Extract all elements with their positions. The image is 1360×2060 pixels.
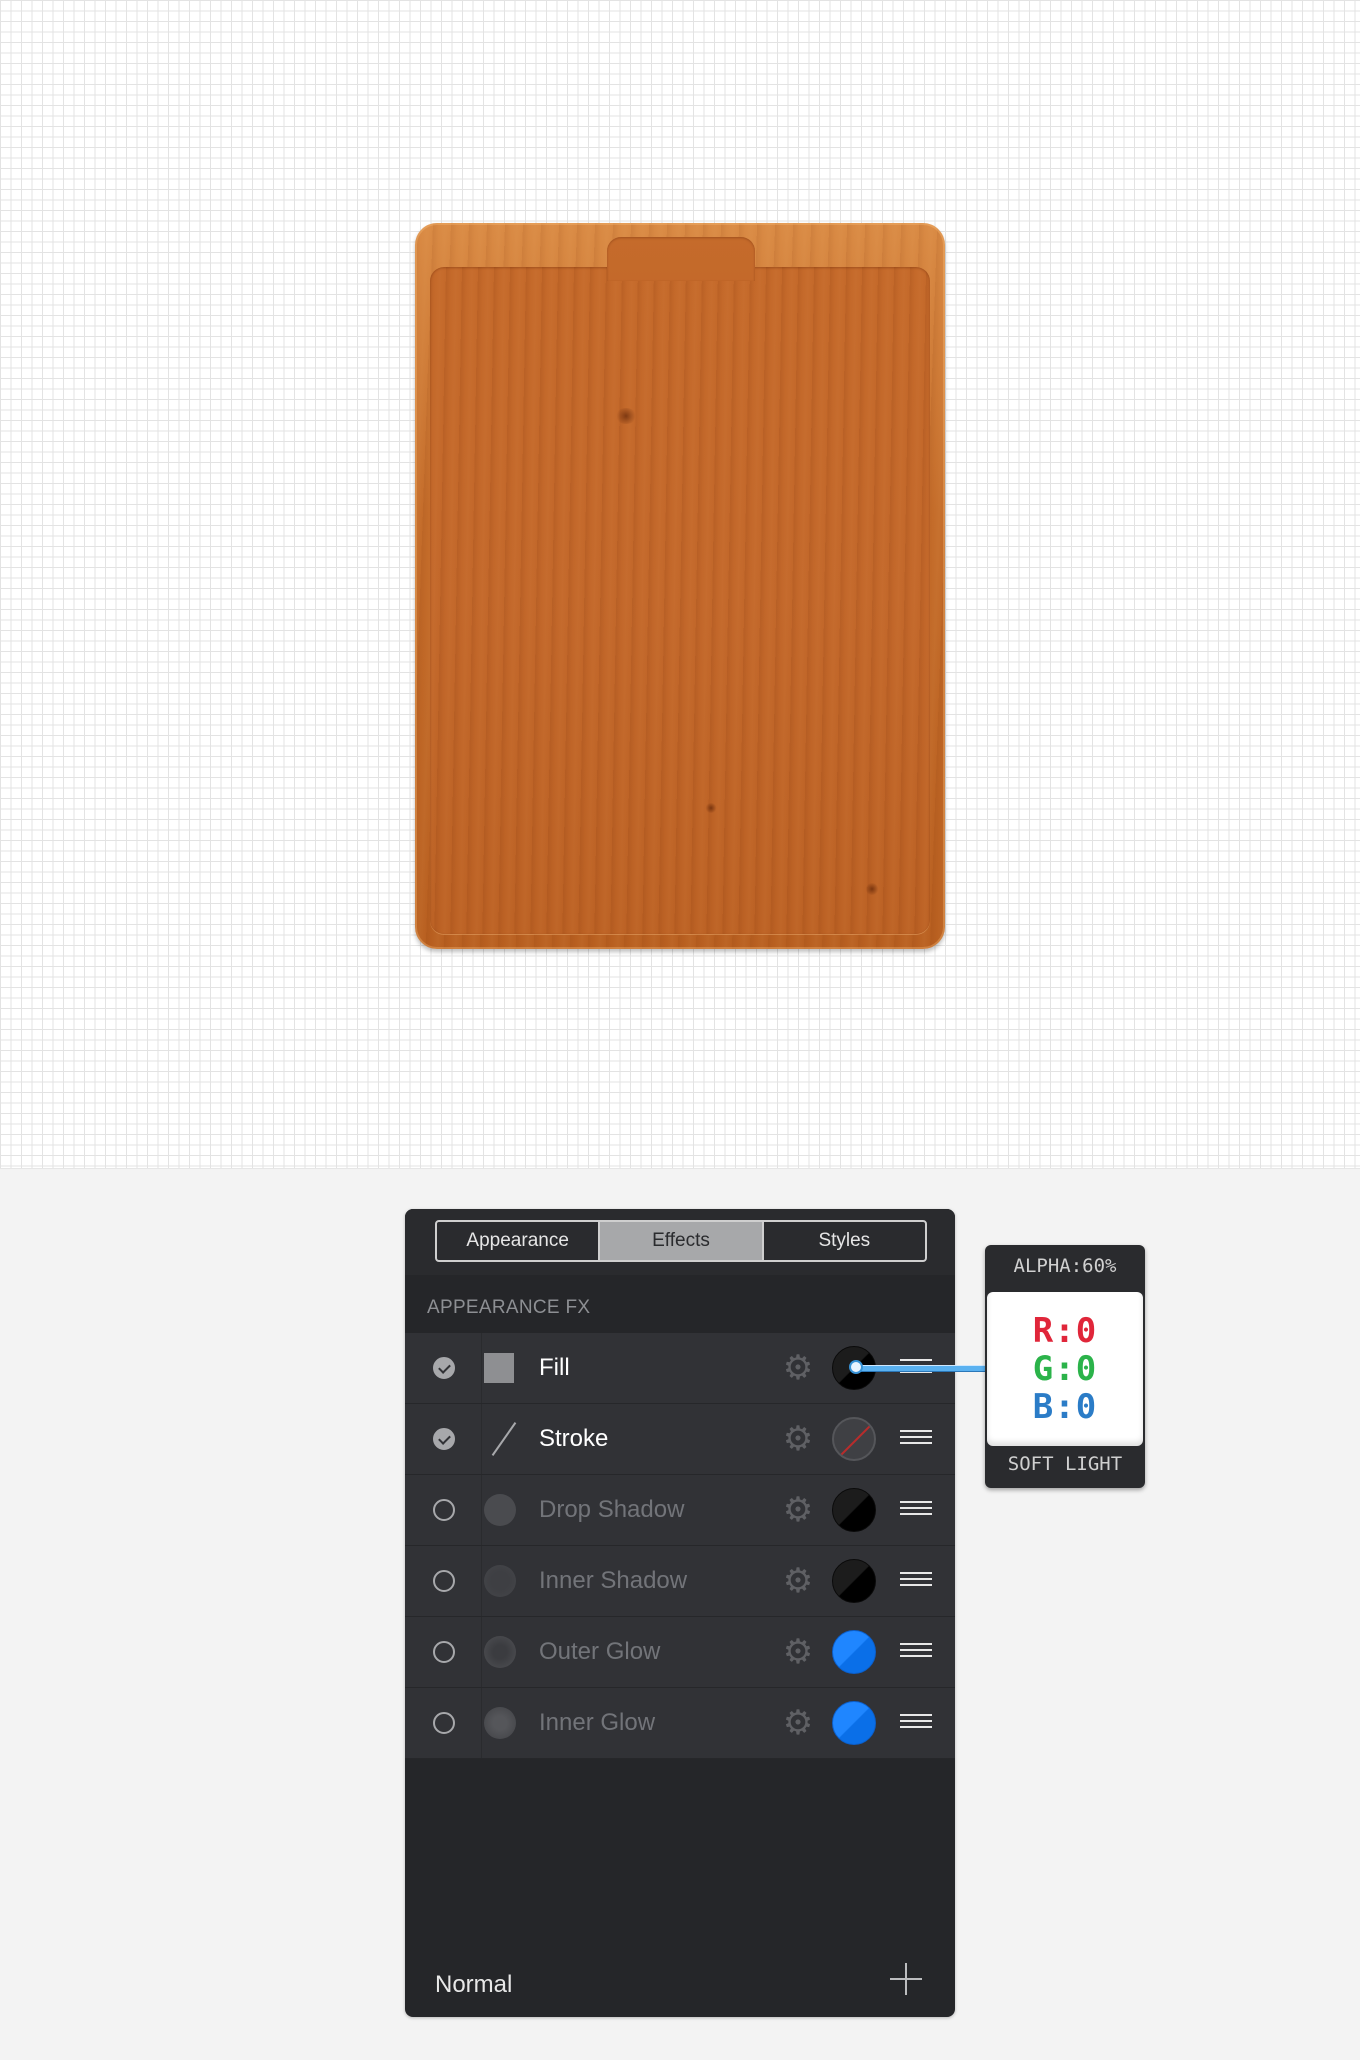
stroke-enabled-checkbox[interactable]: [433, 1428, 455, 1450]
gear-icon[interactable]: ⚙: [781, 1351, 815, 1385]
tab-appearance[interactable]: Appearance: [437, 1222, 598, 1260]
gear-icon[interactable]: ⚙: [781, 1706, 815, 1740]
fill-enabled-checkbox[interactable]: [433, 1357, 455, 1379]
green-value: G:0: [1032, 1349, 1098, 1389]
rgb-card: R:0 G:0 B:0: [987, 1292, 1143, 1446]
gear-icon[interactable]: ⚙: [781, 1635, 815, 1669]
effect-row-inner-glow[interactable]: Inner Glow ⚙: [405, 1688, 955, 1759]
row-divider: [481, 1404, 482, 1474]
effect-label: Fill: [539, 1354, 570, 1381]
gear-icon[interactable]: ⚙: [781, 1493, 815, 1527]
clipboard-tab-shape: [607, 237, 755, 281]
effect-row-outer-glow[interactable]: Outer Glow ⚙: [405, 1617, 955, 1688]
row-divider: [481, 1688, 482, 1758]
clipboard-inset-surface: [430, 267, 930, 934]
color-info-tooltip: ALPHA:60% R:0 G:0 B:0 SOFT LIGHT: [985, 1245, 1145, 1488]
color-swatch[interactable]: [832, 1559, 876, 1603]
row-divider: [481, 1333, 482, 1403]
row-divider: [481, 1617, 482, 1687]
panel-header: Appearance Effects Styles: [405, 1209, 955, 1275]
gear-icon[interactable]: ⚙: [781, 1564, 815, 1598]
color-swatch[interactable]: [832, 1488, 876, 1532]
effect-row-drop-shadow[interactable]: Drop Shadow ⚙: [405, 1475, 955, 1546]
panel-tabs: Appearance Effects Styles: [435, 1220, 927, 1262]
color-swatch[interactable]: [832, 1701, 876, 1745]
blue-value: B:0: [1032, 1387, 1098, 1427]
outer-glow-enabled-checkbox[interactable]: [433, 1641, 455, 1663]
add-effect-icon[interactable]: [890, 1963, 922, 1995]
color-swatch-none[interactable]: [832, 1417, 876, 1461]
effect-label: Stroke: [539, 1425, 609, 1452]
section-title: APPEARANCE FX: [427, 1297, 591, 1318]
square-icon: [484, 1353, 514, 1383]
alpha-value: ALPHA:60%: [1013, 1255, 1117, 1277]
artboard-canvas: [0, 0, 1360, 1169]
effect-row-inner-shadow[interactable]: Inner Shadow ⚙: [405, 1546, 955, 1617]
tab-styles[interactable]: Styles: [761, 1222, 925, 1260]
wood-knot: [865, 883, 879, 895]
effect-row-stroke[interactable]: Stroke ⚙: [405, 1404, 955, 1475]
appearance-panel: Appearance Effects Styles APPEARANCE FX …: [405, 1209, 955, 2017]
color-swatch[interactable]: [832, 1630, 876, 1674]
wood-knot: [615, 408, 637, 424]
gear-icon[interactable]: ⚙: [781, 1422, 815, 1456]
stroke-line-icon: [491, 1422, 517, 1456]
blend-mode-value: SOFT LIGHT: [1007, 1453, 1123, 1475]
wooden-clipboard-shape[interactable]: [415, 223, 945, 949]
effect-label: Inner Shadow: [539, 1567, 688, 1594]
outer-glow-icon: [484, 1636, 516, 1668]
inner-glow-enabled-checkbox[interactable]: [433, 1712, 455, 1734]
inner-glow-icon: [484, 1707, 516, 1739]
blend-mode-selector[interactable]: Normal: [435, 1971, 512, 1999]
drag-handle-icon[interactable]: [900, 1572, 932, 1589]
effects-list: Fill ⚙ Stroke ⚙ Drop Shadow ⚙ Inner Shad…: [405, 1333, 955, 1759]
effect-label: Inner Glow: [539, 1709, 656, 1736]
red-value: R:0: [1032, 1311, 1098, 1351]
swatch-connector-dot: [849, 1360, 863, 1374]
effect-label: Outer Glow: [539, 1638, 661, 1665]
wood-knot: [705, 803, 717, 813]
swatch-connector-line: [856, 1365, 985, 1372]
drag-handle-icon[interactable]: [900, 1501, 932, 1518]
drop-shadow-icon: [484, 1494, 516, 1526]
drag-handle-icon[interactable]: [900, 1714, 932, 1731]
row-divider: [481, 1546, 482, 1616]
row-divider: [481, 1475, 482, 1545]
drop-shadow-enabled-checkbox[interactable]: [433, 1499, 455, 1521]
effect-label: Drop Shadow: [539, 1496, 685, 1523]
drag-handle-icon[interactable]: [900, 1643, 932, 1660]
inner-shadow-enabled-checkbox[interactable]: [433, 1570, 455, 1592]
drag-handle-icon[interactable]: [900, 1430, 932, 1447]
inner-shadow-icon: [484, 1565, 516, 1597]
tab-effects[interactable]: Effects: [598, 1222, 762, 1260]
